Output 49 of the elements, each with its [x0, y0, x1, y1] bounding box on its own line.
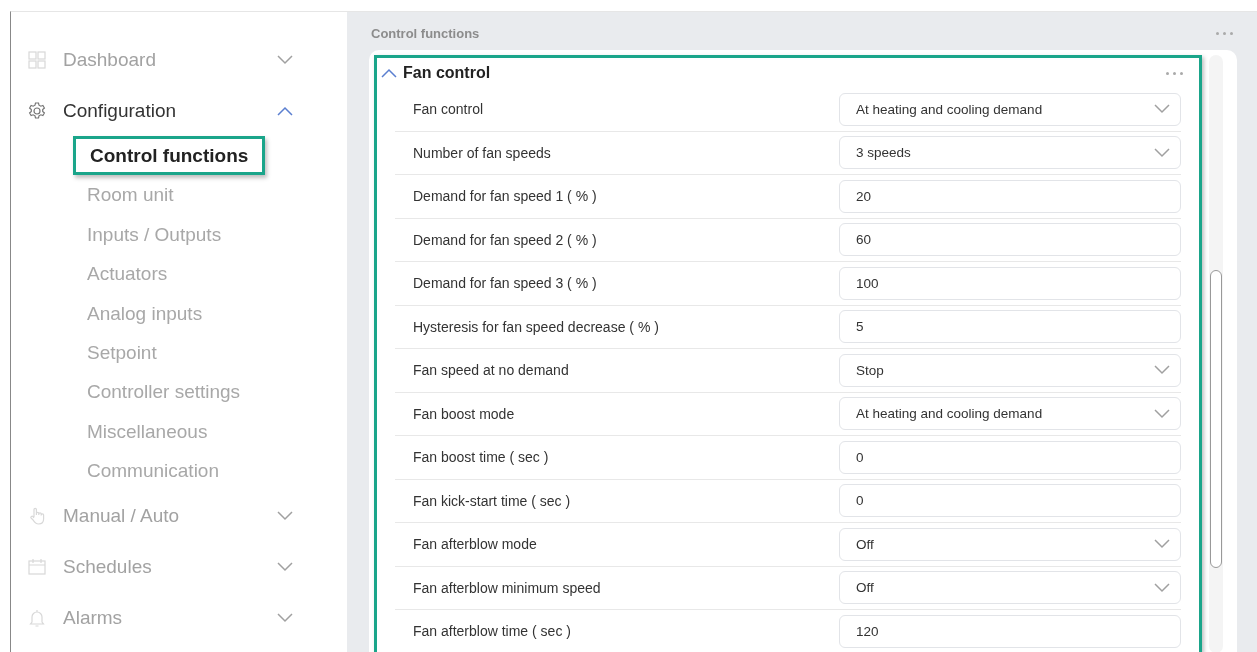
chevron-up-icon[interactable]	[381, 68, 397, 78]
setting-label: Fan speed at no demand	[412, 362, 570, 379]
chevron-down-icon[interactable]	[277, 511, 293, 521]
calendar-icon	[27, 557, 47, 577]
chevron-down-icon[interactable]	[277, 54, 293, 65]
setting-label: Fan afterblow minimum speed	[412, 579, 602, 596]
setting-label: Demand for fan speed 2 ( % )	[412, 231, 598, 248]
setting-label: Fan afterblow time ( sec )	[412, 623, 572, 640]
input-field[interactable]: 60	[839, 223, 1181, 257]
chevron-up-icon[interactable]	[277, 105, 293, 116]
input-field[interactable]: 0	[839, 440, 1181, 474]
nav-item[interactable]: Control functions	[73, 136, 266, 176]
setting-label: Fan boost mode	[412, 405, 516, 422]
chevron-down-icon[interactable]	[1154, 365, 1170, 376]
chevron-down-icon[interactable]	[1154, 408, 1170, 419]
chevron-down-icon[interactable]	[277, 562, 293, 572]
setting-label: Demand for fan speed 1 ( % )	[412, 188, 598, 205]
chevron-down-icon[interactable]	[1154, 539, 1170, 550]
input-field[interactable]: 0	[839, 484, 1181, 518]
nav-label[interactable]: Configuration	[63, 99, 277, 122]
chevron-down-icon[interactable]	[1154, 582, 1170, 593]
scrollbar-thumb[interactable]	[1210, 270, 1222, 568]
bell-icon	[27, 608, 47, 628]
setting-label: Demand for fan speed 3 ( % )	[412, 275, 598, 292]
gear-icon	[27, 100, 47, 121]
input-field[interactable]: 120	[839, 614, 1181, 648]
setting-label: Fan afterblow mode	[412, 536, 538, 553]
section-title[interactable]: Fan control	[403, 64, 1162, 82]
pointing-hand-icon	[27, 506, 47, 526]
dropdown[interactable]: At heating and cooling demand	[839, 397, 1181, 431]
page-title: Control functions	[371, 25, 480, 41]
chevron-down-icon[interactable]	[1154, 104, 1170, 115]
dropdown[interactable]: 3 speeds	[839, 136, 1181, 170]
dropdown[interactable]: Off	[839, 571, 1181, 605]
dropdown[interactable]: Off	[839, 527, 1181, 561]
setting-label: Hysteresis for fan speed decrease ( % )	[412, 318, 660, 335]
dropdown[interactable]: At heating and cooling demand	[839, 92, 1181, 126]
dropdown[interactable]: Stop	[839, 353, 1181, 387]
chevron-down-icon[interactable]	[277, 613, 293, 623]
setting-label: Fan boost time ( sec )	[412, 449, 550, 466]
scrollbar[interactable]	[1209, 55, 1223, 652]
input-field[interactable]: 5	[839, 310, 1181, 344]
setting-label: Fan control	[412, 101, 485, 118]
grid-icon	[27, 49, 47, 70]
setting-label: Fan kick-start time ( sec )	[412, 492, 572, 509]
chevron-down-icon[interactable]	[1154, 147, 1170, 158]
input-field[interactable]: 20	[839, 179, 1181, 213]
setting-label: Number of fan speeds	[412, 144, 552, 161]
input-field[interactable]: 100	[839, 266, 1181, 300]
